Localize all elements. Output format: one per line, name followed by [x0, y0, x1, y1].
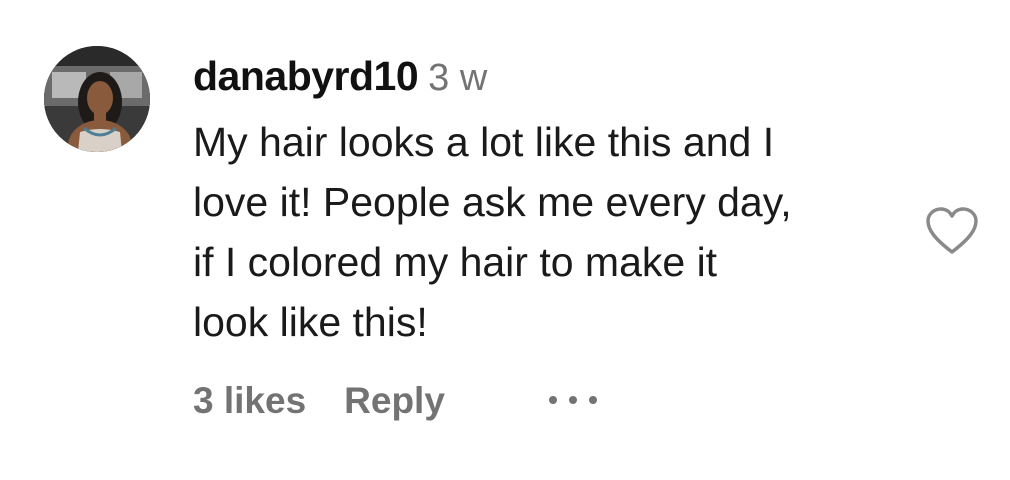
comment-item: danabyrd10 3 w My hair looks a lot like t…: [0, 0, 1010, 480]
comment-header: danabyrd10 3 w: [193, 52, 893, 102]
more-options-icon[interactable]: [545, 390, 601, 410]
avatar-image: [44, 46, 150, 152]
comment-text-line: love it! People ask me every day,: [193, 179, 792, 225]
username[interactable]: danabyrd10: [193, 53, 419, 99]
comment-text-line: if I colored my hair to make it: [193, 239, 718, 285]
comment-text-line: look like this!: [193, 299, 428, 345]
reply-button[interactable]: Reply: [344, 378, 445, 424]
likes-count[interactable]: 3 likes: [193, 378, 306, 424]
heart-outline-icon[interactable]: [925, 206, 979, 256]
avatar[interactable]: [44, 46, 150, 152]
comment-text-line: My hair looks a lot like this and I: [193, 119, 775, 165]
timestamp[interactable]: 3 w: [428, 57, 487, 99]
comment-actions: 3 likes Reply: [193, 378, 445, 424]
comment-body: danabyrd10 3 w My hair looks a lot like t…: [193, 52, 893, 352]
comment-text: My hair looks a lot like this and I love…: [193, 112, 893, 352]
